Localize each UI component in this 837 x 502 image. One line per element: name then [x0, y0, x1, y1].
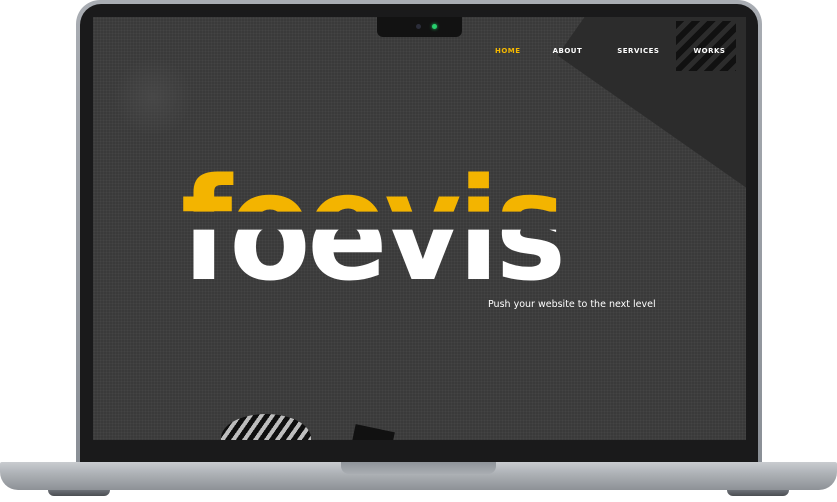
nav-link-home[interactable]: HOME — [495, 47, 521, 55]
camera-lens-icon — [416, 24, 421, 29]
hero-tagline: Push your website to the next level — [488, 299, 656, 310]
background-decoration-striped-object — [221, 414, 311, 440]
nav-link-services[interactable]: SERVICES — [617, 47, 659, 55]
laptop-foot-right — [727, 490, 789, 496]
main-navigation: HOME ABOUT SERVICES WORKS — [495, 47, 725, 55]
laptop-mockup: HOME ABOUT SERVICES WORKS foevis foevis … — [0, 0, 837, 502]
nav-link-about[interactable]: ABOUT — [553, 47, 583, 55]
screen-chin — [80, 440, 758, 463]
background-decoration-blur — [113, 57, 193, 137]
camera-notch — [377, 17, 462, 37]
website-screen: HOME ABOUT SERVICES WORKS foevis foevis … — [93, 17, 746, 440]
background-decoration-stripes — [676, 21, 736, 71]
hero-logo: foevis foevis — [181, 151, 661, 307]
background-decoration-dark-shape — [351, 424, 395, 440]
camera-led-icon — [432, 24, 437, 29]
laptop-foot-left — [48, 490, 110, 496]
lid-opening-notch — [341, 462, 496, 474]
nav-link-works[interactable]: WORKS — [693, 47, 725, 55]
